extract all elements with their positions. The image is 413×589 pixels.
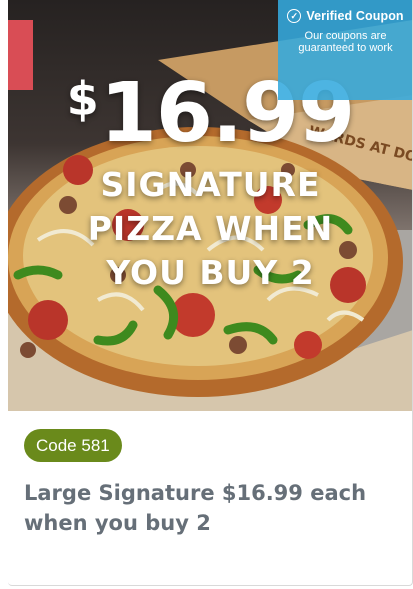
offer-line-3: YOU BUY 2 [106, 253, 315, 292]
price-currency: $ [66, 72, 99, 126]
check-circle-icon: ✓ [287, 9, 302, 23]
verified-badge: ✓ Verified Coupon Our coupons are guaran… [278, 0, 412, 100]
coupon-description[interactable]: Large Signature $16.99 each when you buy… [24, 478, 394, 538]
badge-title: Verified Coupon [306, 9, 404, 23]
offer-line-2: PIZZA WHEN [87, 209, 334, 248]
coupon-card[interactable]: WARDS AT DO $16.99 SIGNATURE PIZZA WHEN … [8, 0, 413, 586]
badge-subtitle: Our coupons are guaranteed to work [298, 30, 393, 54]
hero-image[interactable]: WARDS AT DO $16.99 SIGNATURE PIZZA WHEN … [8, 0, 412, 411]
offer-line-1: SIGNATURE [100, 165, 321, 204]
coupon-code-badge[interactable]: Code 581 [24, 429, 122, 462]
